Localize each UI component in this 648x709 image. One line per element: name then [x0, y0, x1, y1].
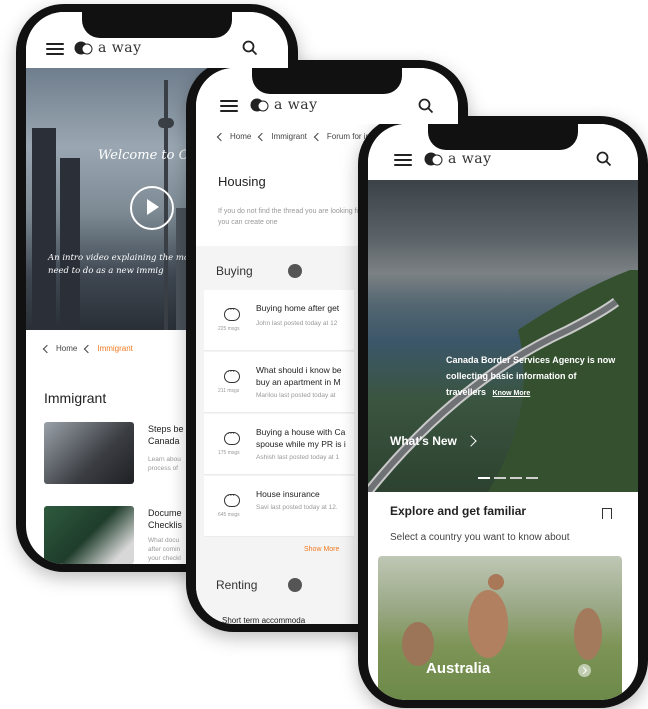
thread-title[interactable]: Short term accommoda — [222, 616, 305, 624]
thread-item[interactable]: 225 msgs Buying home after get John last… — [204, 290, 354, 351]
logo-icon — [424, 152, 443, 166]
search-icon[interactable] — [596, 151, 612, 167]
country-card-australia[interactable]: Australia — [378, 556, 622, 700]
chat-bubble-icon — [224, 367, 240, 383]
breadcrumb: Home Immigrant — [42, 344, 133, 353]
message-count: 175 msgs — [218, 450, 240, 456]
carousel-indicators[interactable] — [478, 477, 538, 479]
carousel-dot[interactable] — [510, 477, 522, 479]
breadcrumb-home[interactable]: Home — [56, 344, 77, 353]
phone-screen: a way Canada Border Services Agency is n… — [368, 124, 638, 700]
chevron-left-icon — [42, 344, 52, 353]
building-silhouette — [32, 128, 56, 330]
app-logo[interactable]: a way — [424, 151, 492, 167]
thread-title[interactable]: Buying home after get — [256, 302, 339, 314]
show-more-link[interactable]: Show More — [304, 546, 339, 553]
carousel-dot[interactable] — [494, 477, 506, 479]
breadcrumb-current: Immigrant — [97, 344, 133, 353]
card-description: Learn abou — [148, 456, 181, 463]
kangaroo-photo — [402, 574, 602, 666]
app-logo[interactable]: a way — [74, 40, 142, 56]
card-description: What docu — [148, 537, 180, 544]
play-button[interactable] — [130, 186, 174, 230]
phone-notch — [252, 68, 402, 94]
phone-mockup-home: a way Canada Border Services Agency is n… — [358, 116, 648, 708]
section-title: Immigrant — [44, 390, 107, 406]
thread-item[interactable]: 175 msgs Buying a house with Ca spouse w… — [204, 414, 354, 475]
search-icon[interactable] — [418, 98, 434, 114]
message-count: 225 msgs — [218, 326, 240, 332]
card-title[interactable]: Steps be — [148, 423, 184, 435]
thread-item[interactable]: 645 msgs House insurance Savi last poste… — [204, 476, 354, 537]
chevron-left-icon — [313, 132, 323, 141]
card-image-passport[interactable] — [44, 422, 134, 484]
thread-last-post: John last posted today at 12 — [256, 320, 338, 327]
chevron-right-icon — [465, 435, 477, 447]
chevron-left-icon — [258, 132, 267, 141]
card-description-line2: after comin — [148, 546, 181, 553]
breadcrumb-home[interactable]: Home — [230, 132, 251, 141]
thread-item[interactable]: 211 msgs What should i know be buy an ap… — [204, 352, 354, 413]
menu-icon[interactable] — [46, 43, 64, 55]
card-title-line2[interactable]: Checklis — [148, 519, 182, 531]
thread-title-line2[interactable]: buy an apartment in M — [256, 376, 341, 388]
brand-name: a way — [98, 40, 142, 56]
building-silhouette — [60, 158, 80, 330]
group-title-renting[interactable]: Renting — [216, 578, 257, 592]
message-count: 645 msgs — [218, 512, 240, 518]
chevron-left-icon — [84, 344, 93, 353]
explore-subtitle: Select a country you want to know about — [390, 532, 570, 543]
page-title: Housing — [218, 174, 266, 189]
message-count: 211 msgs — [218, 388, 240, 394]
card-description-line3: your checkl — [148, 555, 181, 562]
breadcrumb: Home Immigrant Forum for immig — [216, 132, 385, 141]
menu-icon[interactable] — [394, 154, 412, 166]
whats-new-label: What's New — [390, 434, 457, 448]
search-icon[interactable] — [242, 40, 258, 56]
phone-notch — [82, 12, 232, 38]
chevron-left-icon — [216, 132, 226, 141]
menu-icon[interactable] — [220, 100, 238, 112]
collapse-toggle-icon[interactable] — [288, 578, 302, 592]
country-name: Australia — [426, 660, 491, 677]
thread-last-post: Marilou last posted today at — [256, 392, 336, 399]
brand-name: a way — [274, 97, 318, 113]
news-headline: Canada Border Services Agency is now col… — [446, 352, 616, 402]
card-image-documents[interactable] — [44, 506, 134, 564]
news-carousel[interactable]: Canada Border Services Agency is now col… — [368, 180, 638, 492]
explore-title: Explore and get familiar — [390, 504, 527, 518]
card-title[interactable]: Docume — [148, 507, 182, 519]
whats-new-link[interactable]: What's New — [390, 434, 477, 448]
chat-bubble-icon — [224, 491, 240, 507]
carousel-dot[interactable] — [478, 477, 490, 479]
collapse-toggle-icon[interactable] — [288, 264, 302, 278]
group-title-buying[interactable]: Buying — [216, 264, 253, 278]
thread-title[interactable]: Buying a house with Ca — [256, 426, 345, 438]
thread-title[interactable]: What should i know be — [256, 364, 342, 376]
app-logo[interactable]: a way — [250, 97, 318, 113]
news-headline-text: Canada Border Services Agency is now col… — [446, 355, 616, 397]
chat-bubble-icon — [224, 429, 240, 445]
thread-last-post: Savi last posted today at 12. — [256, 504, 338, 511]
logo-icon — [250, 98, 269, 112]
thread-title[interactable]: House insurance — [256, 488, 320, 500]
arrow-right-icon[interactable] — [578, 664, 591, 677]
card-description-line2: process of — [148, 465, 178, 472]
breadcrumb-immigrant[interactable]: Immigrant — [271, 132, 307, 141]
thread-last-post: Ashish last posted today at 1 — [256, 454, 340, 461]
logo-icon — [74, 41, 93, 55]
tower-pod — [158, 118, 174, 128]
chat-bubble-icon — [224, 305, 240, 321]
card-title-line2[interactable]: Canada — [148, 435, 180, 447]
carousel-dot[interactable] — [526, 477, 538, 479]
thread-title-line2[interactable]: spouse while my PR is i — [256, 438, 346, 450]
know-more-link[interactable]: Know More — [493, 390, 531, 397]
brand-name: a way — [448, 151, 492, 167]
page-description: If you do not find the thread you are lo… — [218, 208, 365, 226]
phone-notch — [428, 124, 578, 150]
bookmark-icon[interactable] — [602, 508, 612, 519]
